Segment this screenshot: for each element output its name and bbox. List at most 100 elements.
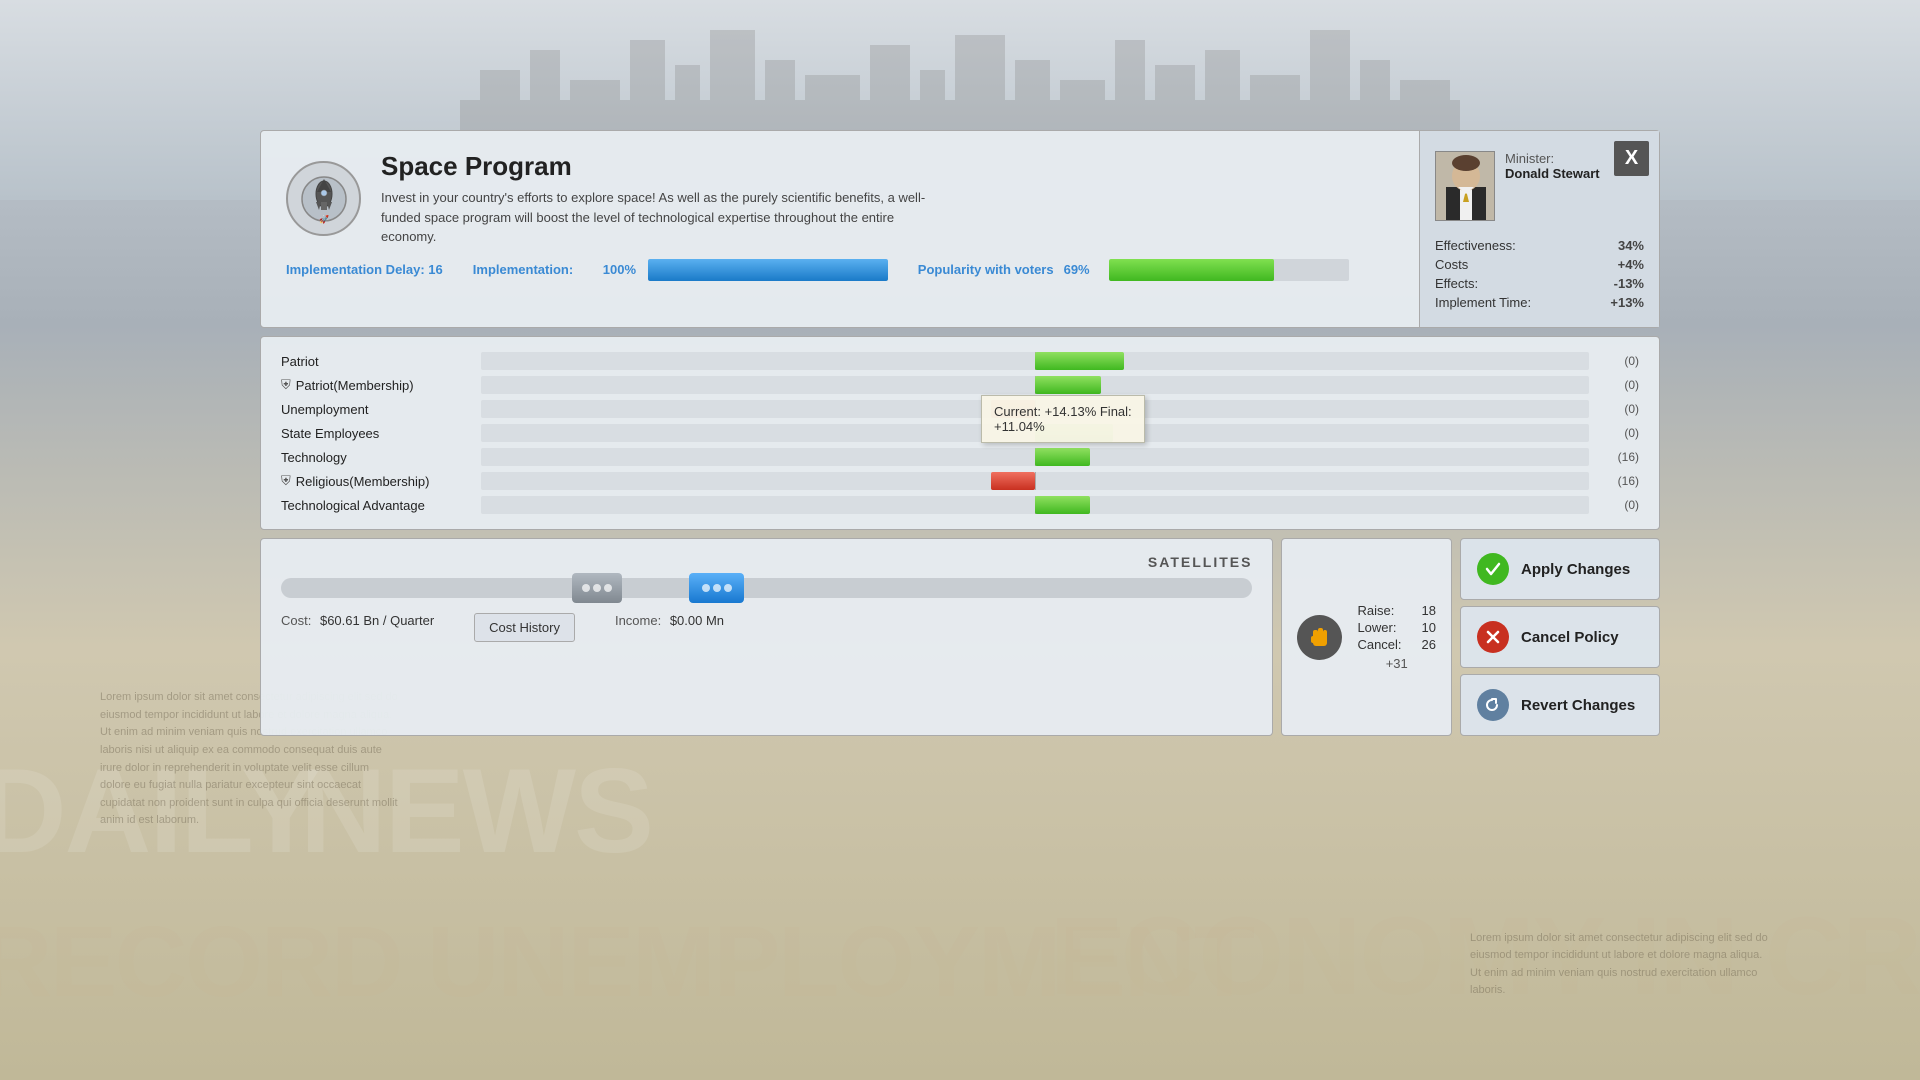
effect-val-tech-advantage: (0) <box>1599 498 1639 512</box>
effect-bar-tech-advantage <box>481 496 1589 514</box>
apply-label: Apply Changes <box>1521 561 1630 578</box>
revert-changes-button[interactable]: Revert Changes <box>1460 674 1660 736</box>
effect-name-state-employees: State Employees <box>281 426 481 441</box>
effect-row-patriot: Patriot (0) <box>281 352 1639 370</box>
effects-label: Effects: <box>1435 274 1590 293</box>
effect-name-technology: Technology <box>281 450 481 465</box>
cancel-policy-button[interactable]: Cancel Policy <box>1460 606 1660 668</box>
effectiveness-val: 34% <box>1590 236 1644 255</box>
popularity-bar-group: Popularity with voters 69% <box>918 259 1349 281</box>
effect-name-patriot-membership: ⛨ Patriot(Membership) <box>281 377 481 393</box>
vote-icon <box>1297 615 1342 660</box>
policy-main: 🚀 Space Program Invest in your country's… <box>261 131 1419 327</box>
implement-val: +13% <box>1590 293 1644 312</box>
effect-bar-patriot <box>481 352 1589 370</box>
policy-description: Invest in your country's efforts to expl… <box>381 188 941 247</box>
cancel-icon <box>1477 621 1509 653</box>
slider-track[interactable] <box>281 578 1252 598</box>
impl-delay-label: Implementation Delay: 16 <box>286 262 443 277</box>
pop-bar-fill <box>1109 259 1275 281</box>
effect-val-patriot-membership: (0) <box>1599 378 1639 392</box>
impl-bar-fill <box>648 259 888 281</box>
lower-label: Lower: <box>1357 620 1396 635</box>
policy-icon: 🚀 <box>286 161 361 236</box>
implementation-bar-group: Implementation: 100% <box>473 259 888 281</box>
effect-name-unemployment: Unemployment <box>281 402 481 417</box>
popularity-label: Popularity with voters <box>918 262 1054 277</box>
effect-name-patriot: Patriot <box>281 354 481 369</box>
policy-title-block: Space Program Invest in your country's e… <box>381 151 941 247</box>
effect-row-unemployment: Unemployment Current: +14.13% Final: +11… <box>281 400 1639 418</box>
minister-header: Minister: Donald Stewart <box>1435 151 1644 221</box>
slider-node-low[interactable] <box>572 573 622 603</box>
raise-label: Raise: <box>1357 603 1394 618</box>
effect-row-tech-advantage: Technological Advantage (0) <box>281 496 1639 514</box>
pop-pct: 69% <box>1064 262 1099 277</box>
unemployment-tooltip: Current: +14.13% Final: +11.04% <box>981 395 1145 443</box>
minister-info: Minister: Donald Stewart <box>1505 151 1600 181</box>
vote-numbers: Raise: 18 Lower: 10 Cancel: 26 +31 <box>1357 603 1436 671</box>
cost-income-row: Cost: $60.61 Bn / Quarter Cost History I… <box>281 613 1252 642</box>
effect-val-unemployment: (0) <box>1599 402 1639 416</box>
effects-panel: Patriot (0) ⛨ Patriot(Membership) (0) Un… <box>260 336 1660 530</box>
effect-bar-religious-membership <box>481 472 1589 490</box>
raise-row: Raise: 18 <box>1357 603 1436 618</box>
vote-net: +31 <box>1357 656 1436 671</box>
slider-node-current[interactable] <box>689 573 744 603</box>
costs-val: +4% <box>1590 255 1644 274</box>
cancel-row: Cancel: 26 <box>1357 637 1436 652</box>
membership-icon-1: ⛨ <box>281 377 291 393</box>
slider-label: SATELLITES <box>281 554 1252 570</box>
effect-bar-patriot-membership <box>481 376 1589 394</box>
lower-val: 10 <box>1422 620 1436 635</box>
cancel-val: 26 <box>1422 637 1436 652</box>
cost-display: Cost: $60.61 Bn / Quarter <box>281 613 434 642</box>
minister-label: Minister: <box>1505 151 1600 166</box>
cost-label: Cost: <box>281 613 311 628</box>
lower-row: Lower: 10 <box>1357 620 1436 635</box>
effect-name-religious-membership: ⛨ Religious(Membership) <box>281 473 481 489</box>
cancel-label: Cancel: <box>1357 637 1401 652</box>
close-button[interactable]: X <box>1614 141 1649 176</box>
action-panel: Apply Changes Cancel Policy <box>1460 538 1660 736</box>
impl-bar-container <box>648 259 888 281</box>
policy-panel: 🚀 Space Program Invest in your country's… <box>260 130 1660 328</box>
income-display: Income: $0.00 Mn <box>615 613 724 642</box>
slider-track-container: SATELLITES <box>281 554 1252 598</box>
income-label: Income: <box>615 613 661 628</box>
revert-icon <box>1477 689 1509 721</box>
impl-bar-label: Implementation: <box>473 262 593 277</box>
cost-val: $60.61 Bn / Quarter <box>320 613 434 628</box>
svg-text:🚀: 🚀 <box>319 214 329 224</box>
pop-bar-container <box>1109 259 1349 281</box>
tooltip-current: Current: +14.13% Final: <box>994 404 1132 419</box>
minister-panel: X <box>1419 131 1659 327</box>
costs-label: Costs <box>1435 255 1590 274</box>
effect-row-religious-membership: ⛨ Religious(Membership) (16) <box>281 472 1639 490</box>
revert-label: Revert Changes <box>1521 697 1635 714</box>
implement-label: Implement Time: <box>1435 293 1590 312</box>
cancel-label: Cancel Policy <box>1521 629 1619 646</box>
bottom-panel: SATELLITES Cost: <box>260 538 1660 736</box>
effects-val: -13% <box>1590 274 1644 293</box>
slider-panel: SATELLITES Cost: <box>260 538 1273 736</box>
apply-icon <box>1477 553 1509 585</box>
effect-val-state-employees: (0) <box>1599 426 1639 440</box>
effect-row-patriot-membership: ⛨ Patriot(Membership) (0) <box>281 376 1639 394</box>
minister-avatar <box>1435 151 1495 221</box>
tooltip-final: +11.04% <box>994 419 1132 434</box>
effect-bar-unemployment: Current: +14.13% Final: +11.04% <box>481 400 1589 418</box>
effect-row-state-employees: State Employees (0) <box>281 424 1639 442</box>
effect-bar-technology <box>481 448 1589 466</box>
vote-panel: Raise: 18 Lower: 10 Cancel: 26 +31 <box>1281 538 1452 736</box>
minister-stats: Effectiveness: 34% Costs +4% Effects: -1… <box>1435 236 1644 312</box>
cost-history-button[interactable]: Cost History <box>474 613 575 642</box>
apply-changes-button[interactable]: Apply Changes <box>1460 538 1660 600</box>
effectiveness-label: Effectiveness: <box>1435 236 1590 255</box>
minister-name: Donald Stewart <box>1505 166 1600 181</box>
effect-val-religious-membership: (16) <box>1599 474 1639 488</box>
income-val: $0.00 Mn <box>670 613 724 628</box>
policy-header: 🚀 Space Program Invest in your country's… <box>286 151 1394 247</box>
effect-row-technology: Technology (16) <box>281 448 1639 466</box>
effect-name-tech-advantage: Technological Advantage <box>281 498 481 513</box>
